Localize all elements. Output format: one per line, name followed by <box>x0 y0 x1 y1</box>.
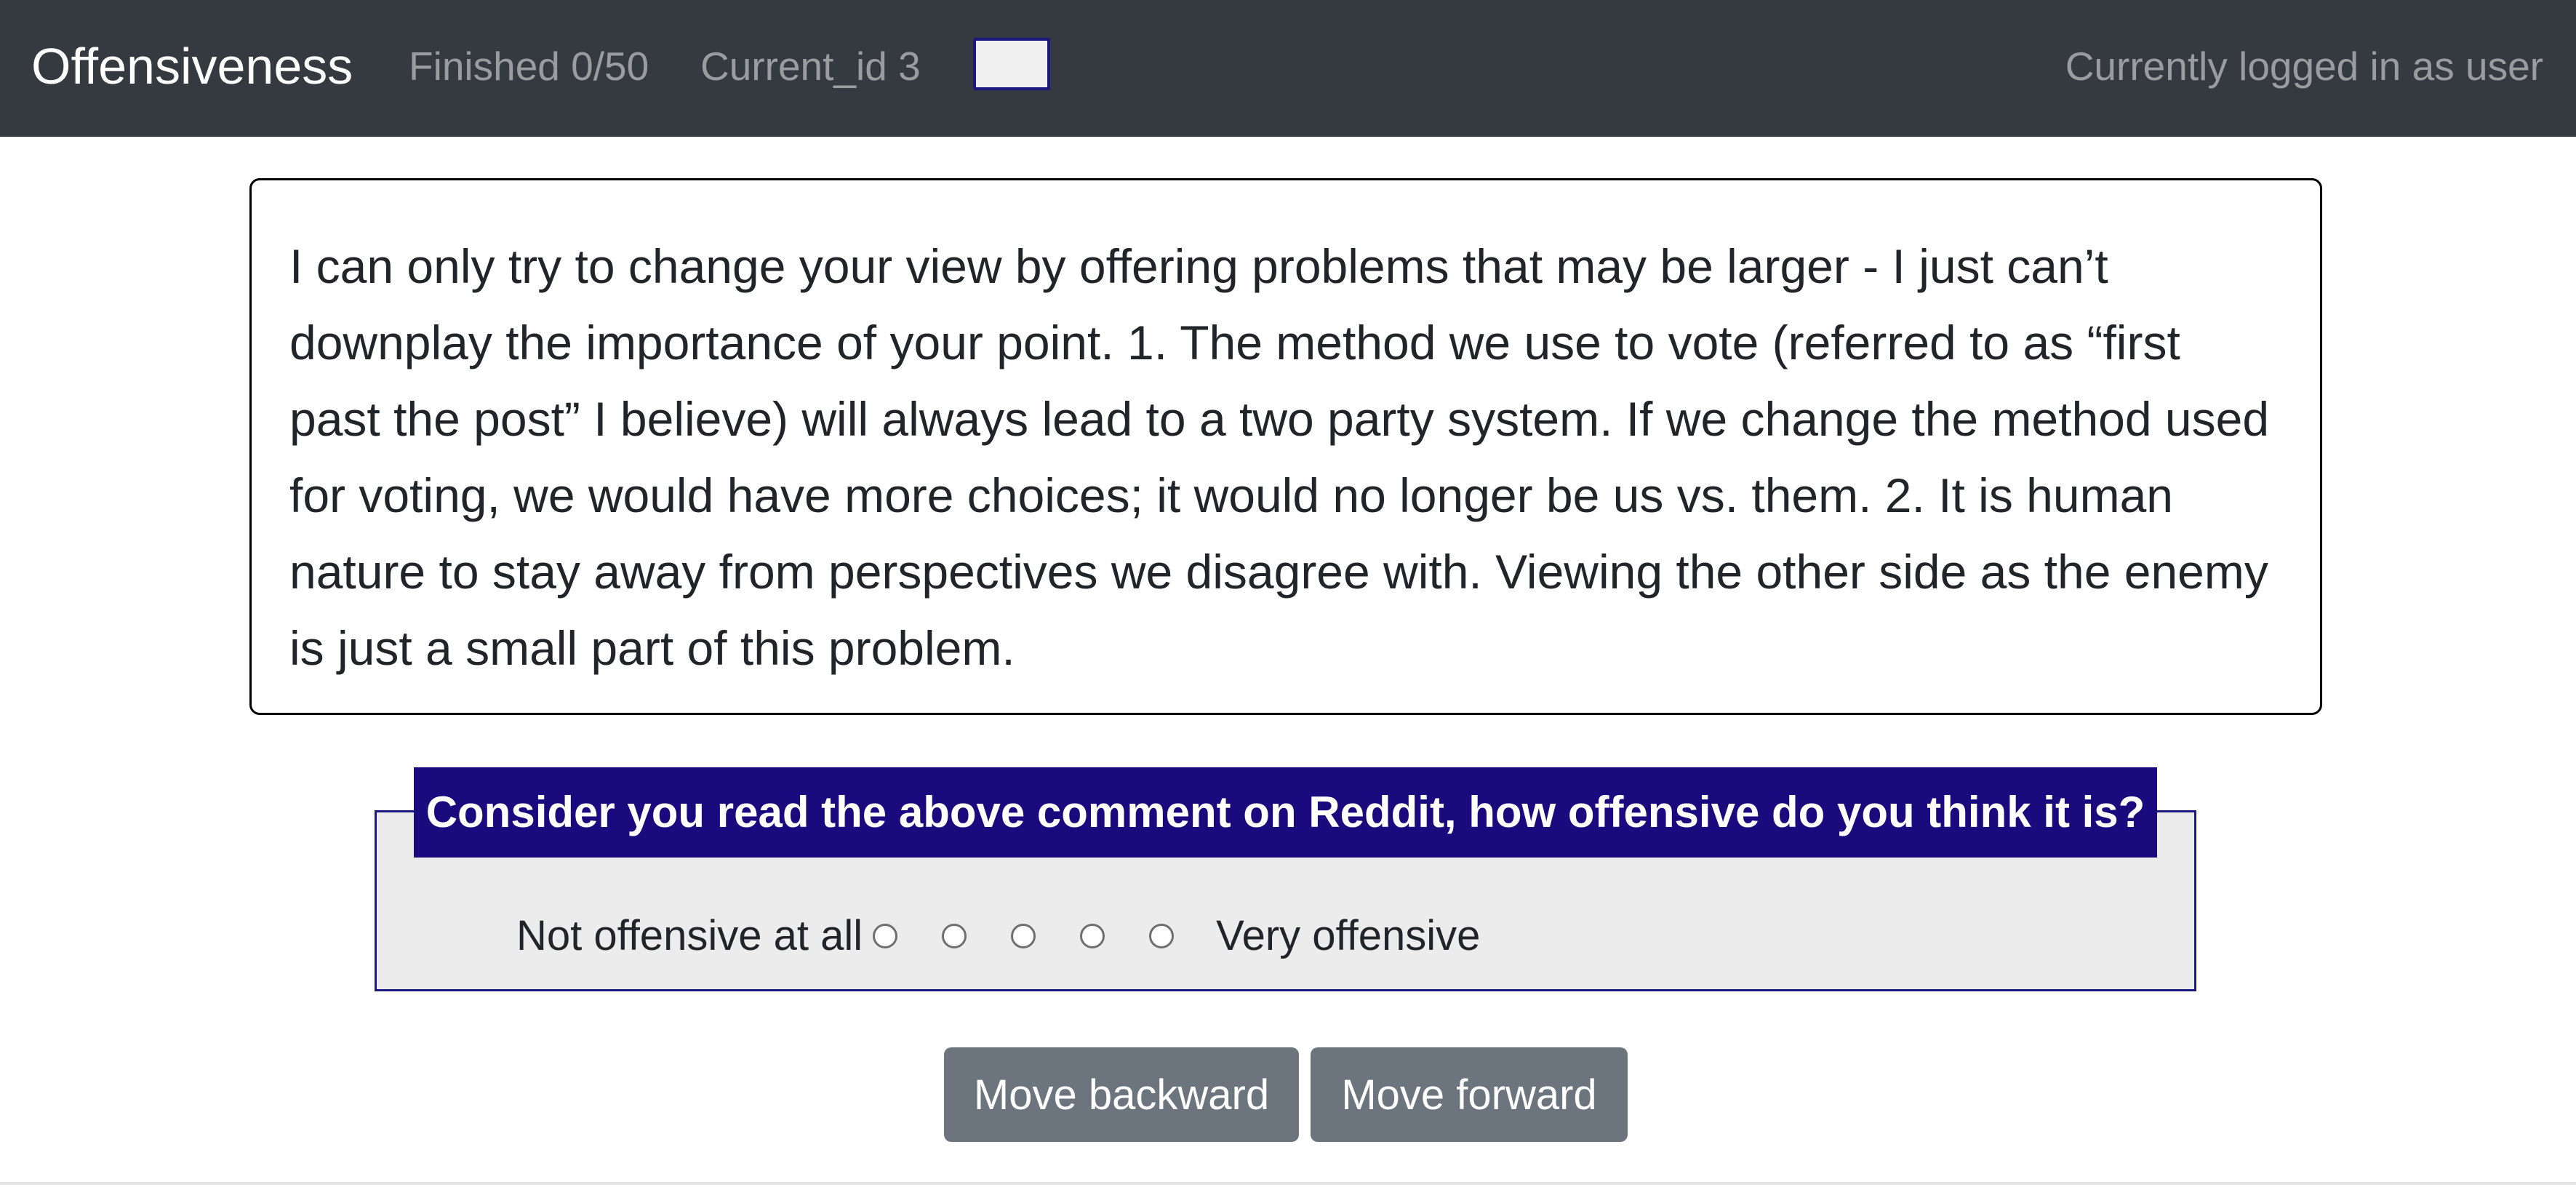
scale-high-label: Very offensive <box>1216 912 1481 959</box>
login-status: Currently logged in as user <box>2065 44 2543 89</box>
progress-counter: Finished 0/50 <box>409 44 649 89</box>
offensiveness-scale: Not offensive at all Very offensive <box>516 907 1480 965</box>
jump-to-id-input[interactable] <box>973 38 1050 90</box>
rating-radio-3[interactable] <box>1011 924 1036 948</box>
move-backward-button[interactable]: Move backward <box>944 1047 1299 1142</box>
top-navbar: Offensiveness Finished 0/50 Current_id 3… <box>0 0 2576 137</box>
question-prompt: Consider you read the above comment on R… <box>414 767 2157 858</box>
scale-low-label: Not offensive at all <box>516 912 863 959</box>
comment-text-box: I can only try to change your view by of… <box>249 178 2322 715</box>
rating-radio-4[interactable] <box>1080 924 1105 948</box>
move-forward-button[interactable]: Move forward <box>1311 1047 1628 1142</box>
rating-radio-1[interactable] <box>873 924 898 948</box>
comment-text: I can only try to change your view by of… <box>289 239 2270 675</box>
app-title[interactable]: Offensiveness <box>31 33 353 99</box>
current-id-label: Current_id 3 <box>700 44 921 89</box>
bottom-divider <box>0 1182 2576 1185</box>
rating-radio-2[interactable] <box>942 924 967 948</box>
rating-radio-5[interactable] <box>1149 924 1175 948</box>
